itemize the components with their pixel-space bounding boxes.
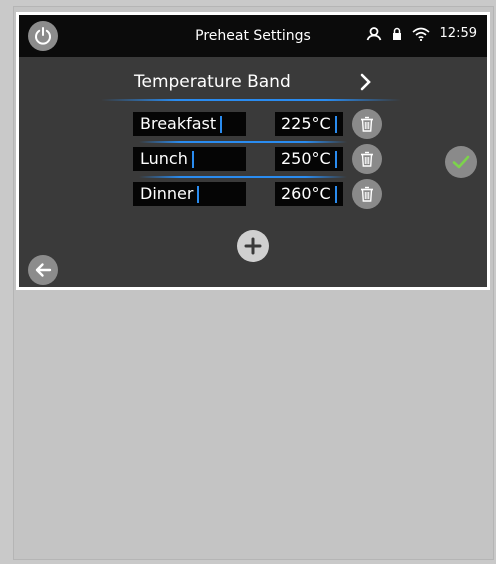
checkmark-icon xyxy=(452,155,470,169)
text-cursor xyxy=(334,115,337,133)
band-temp-text: 260°C xyxy=(281,184,331,203)
user-icon xyxy=(366,26,381,40)
chevron-right-icon[interactable] xyxy=(357,71,375,93)
band-temp-text: 250°C xyxy=(281,149,331,168)
wifi-icon xyxy=(412,27,430,41)
band-name-field[interactable]: Dinner xyxy=(133,182,246,206)
band-temp-field[interactable]: 250°C xyxy=(275,147,343,171)
top-bar: Preheat Settings 12:59 xyxy=(19,15,487,57)
band-name-text: Lunch xyxy=(140,149,188,168)
trash-icon xyxy=(361,151,373,167)
text-cursor xyxy=(197,185,200,203)
clock-time: 12:59 xyxy=(439,26,477,41)
confirm-button[interactable] xyxy=(445,146,477,178)
band-name-text: Dinner xyxy=(140,184,194,203)
band-name-field[interactable]: Breakfast xyxy=(133,112,246,136)
row-divider xyxy=(139,176,347,178)
touch-screen: Preheat Settings 12:59 Temperature Band xyxy=(16,12,490,290)
status-area: 12:59 xyxy=(366,26,477,41)
text-cursor xyxy=(220,115,223,133)
back-button[interactable] xyxy=(28,255,58,285)
row-divider xyxy=(139,141,347,143)
text-cursor xyxy=(191,150,194,168)
band-divider xyxy=(101,99,401,101)
band-name-field[interactable]: Lunch xyxy=(133,147,246,171)
plus-icon xyxy=(244,237,262,255)
lock-icon xyxy=(392,27,401,40)
band-temp-field[interactable]: 260°C xyxy=(275,182,343,206)
temperature-band-label[interactable]: Temperature Band xyxy=(134,72,291,92)
text-cursor xyxy=(334,185,337,203)
trash-icon xyxy=(361,116,373,132)
trash-icon xyxy=(361,186,373,202)
delete-row-button[interactable] xyxy=(352,109,382,139)
band-name-text: Breakfast xyxy=(140,114,217,133)
delete-row-button[interactable] xyxy=(352,144,382,174)
text-cursor xyxy=(334,150,337,168)
add-band-button[interactable] xyxy=(237,230,269,262)
arrow-left-icon xyxy=(35,263,52,277)
band-temp-field[interactable]: 225°C xyxy=(275,112,343,136)
delete-row-button[interactable] xyxy=(352,179,382,209)
band-temp-text: 225°C xyxy=(281,114,331,133)
